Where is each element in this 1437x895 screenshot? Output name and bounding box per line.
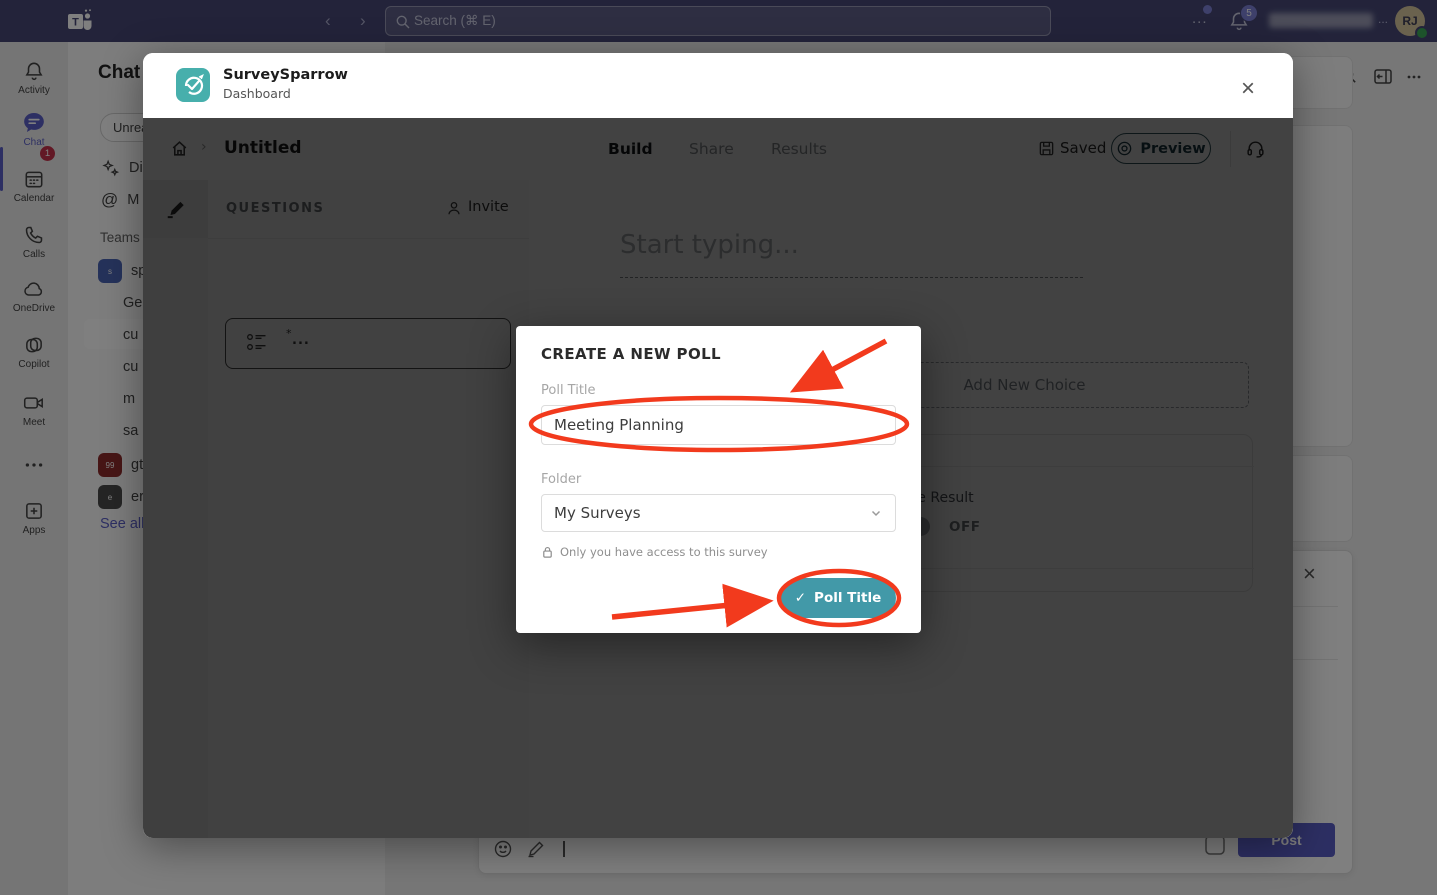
lock-icon xyxy=(541,545,554,559)
screen: T ‹ › Search (⌘ E) ... 5 ... RJ xyxy=(0,0,1437,895)
app-subtitle: Dashboard xyxy=(223,86,291,101)
access-note: Only you have access to this survey xyxy=(541,545,768,559)
poll-title-label: Poll Title xyxy=(541,383,596,398)
app-name: SurveySparrow xyxy=(223,67,348,83)
folder-value: My Surveys xyxy=(554,504,641,522)
create-poll-dialog: CREATE A NEW POLL Poll Title Meeting Pla… xyxy=(516,326,921,633)
submit-label: Poll Title xyxy=(814,590,881,606)
surveysparrow-logo-icon xyxy=(176,68,210,102)
dialog-title: CREATE A NEW POLL xyxy=(541,345,721,363)
poll-title-value: Meeting Planning xyxy=(554,416,684,434)
modal-close-icon[interactable]: × xyxy=(1241,81,1255,97)
folder-select[interactable]: My Surveys xyxy=(541,494,896,532)
chevron-down-icon xyxy=(869,506,883,520)
poll-title-input[interactable]: Meeting Planning xyxy=(541,405,896,445)
poll-title-submit-button[interactable]: ✓ Poll Title xyxy=(780,578,896,618)
check-icon: ✓ xyxy=(795,590,806,606)
folder-label: Folder xyxy=(541,472,581,487)
modal-header: SurveySparrow Dashboard × xyxy=(143,53,1293,118)
access-note-text: Only you have access to this survey xyxy=(560,545,768,559)
